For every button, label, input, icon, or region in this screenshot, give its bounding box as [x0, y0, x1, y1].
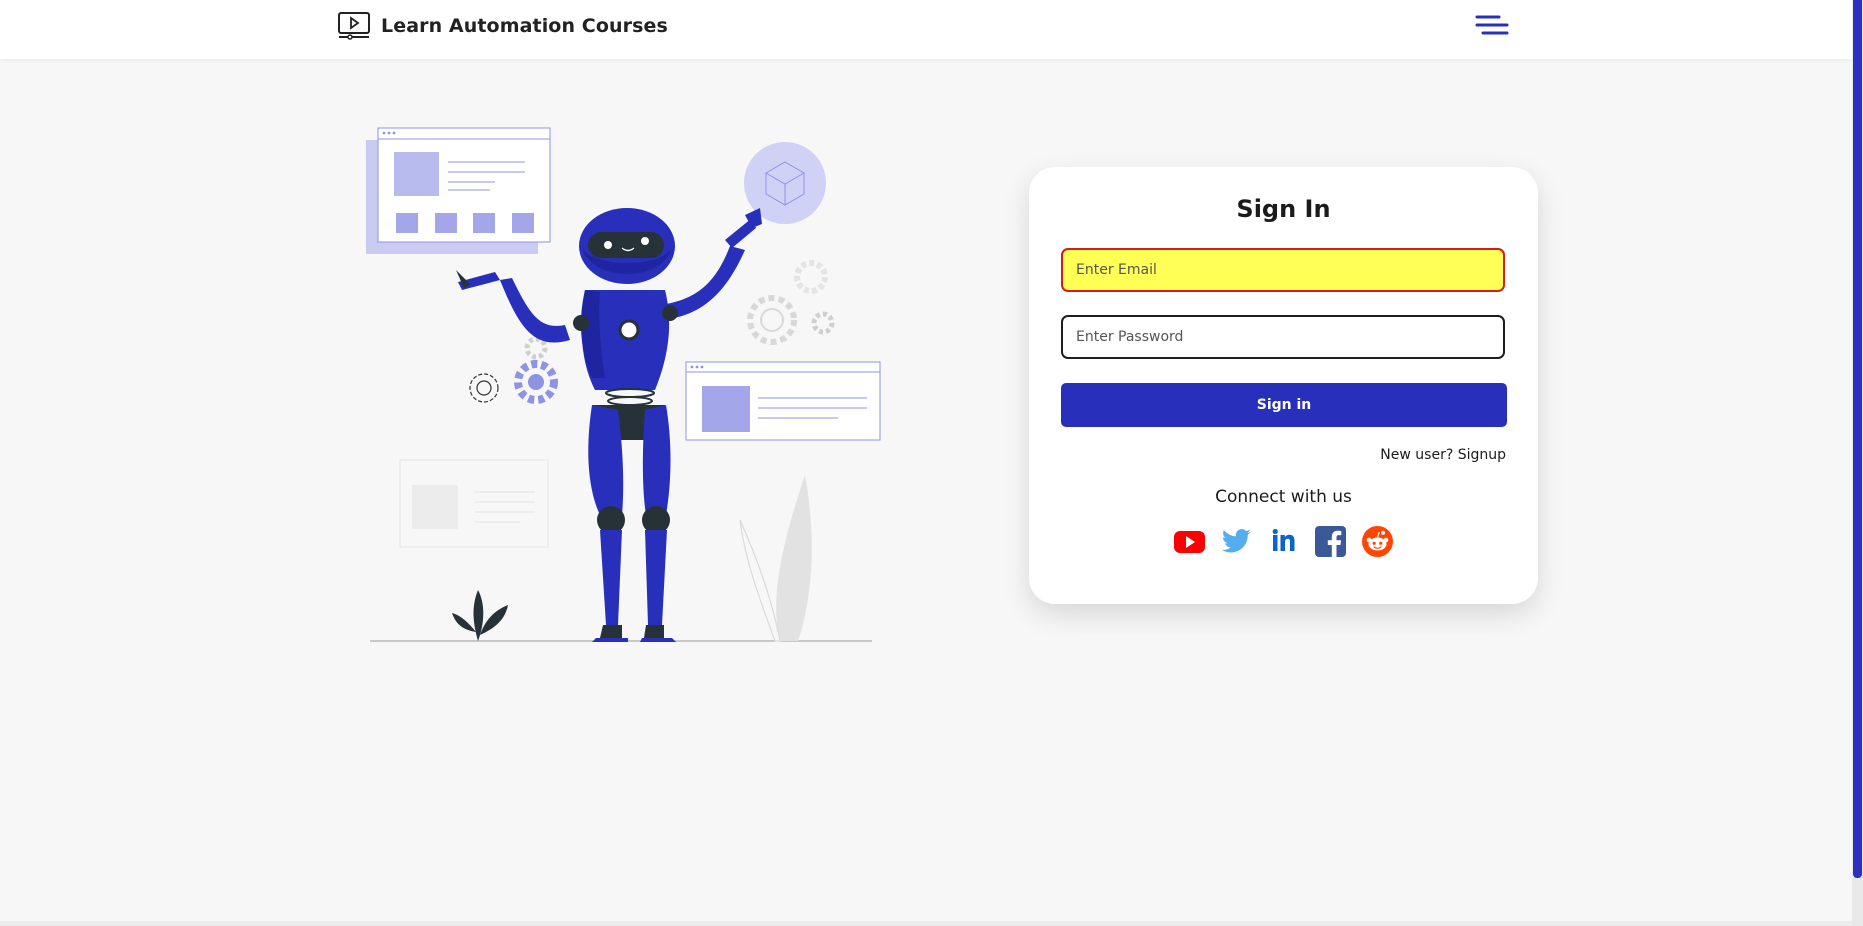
top-navbar: Learn Automation Courses	[0, 0, 1852, 59]
email-input[interactable]	[1061, 248, 1505, 292]
linkedin-icon[interactable]	[1268, 526, 1299, 557]
page-bottom-edge	[0, 921, 1852, 926]
social-links	[1029, 526, 1538, 557]
video-player-icon	[338, 12, 370, 40]
youtube-icon[interactable]	[1174, 526, 1205, 557]
scrollbar-thumb[interactable]	[1853, 0, 1862, 878]
signup-link[interactable]: New user? Signup	[1380, 447, 1506, 463]
sign-in-title: Sign In	[1236, 195, 1331, 223]
reddit-icon[interactable]	[1362, 526, 1393, 557]
sign-in-button[interactable]: Sign in	[1061, 383, 1507, 427]
facebook-icon[interactable]	[1315, 526, 1346, 557]
robot-illustration	[366, 127, 881, 642]
connect-heading: Connect with us	[1215, 487, 1352, 507]
hamburger-menu-icon[interactable]	[1474, 12, 1510, 40]
sign-in-card: Sign In Sign in New user? Signup Connect…	[1029, 167, 1538, 604]
brand[interactable]: Learn Automation Courses	[337, 11, 668, 41]
password-input[interactable]	[1061, 315, 1505, 359]
brand-title: Learn Automation Courses	[381, 15, 668, 37]
twitter-icon[interactable]	[1221, 526, 1252, 557]
